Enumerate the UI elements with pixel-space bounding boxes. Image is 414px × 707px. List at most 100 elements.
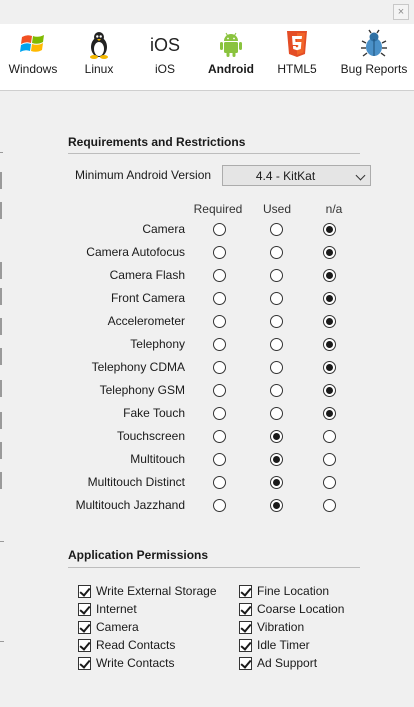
radio-required[interactable]	[213, 269, 226, 282]
radio-used[interactable]	[270, 361, 283, 374]
feature-label: Front Camera	[110, 291, 185, 305]
radio-na[interactable]	[323, 453, 336, 466]
bug-icon	[361, 29, 387, 57]
permission-label: Coarse Location	[257, 602, 345, 616]
radio-used[interactable]	[270, 223, 283, 236]
feature-label: Telephony	[130, 337, 185, 351]
tab-android[interactable]: Android	[202, 24, 260, 90]
section-divider	[68, 567, 360, 568]
permission-label: Internet	[96, 602, 137, 616]
radio-required[interactable]	[213, 384, 226, 397]
radio-required[interactable]	[213, 292, 226, 305]
permission-label: Read Contacts	[96, 638, 176, 652]
feature-label: Multitouch Distinct	[87, 475, 185, 489]
permission-checkbox[interactable]	[78, 603, 91, 616]
feature-label: Telephony GSM	[99, 383, 185, 397]
radio-used[interactable]	[270, 453, 283, 466]
svg-text:iOS: iOS	[150, 35, 180, 55]
permission-label: Ad Support	[257, 656, 318, 670]
tab-windows[interactable]: Windows	[2, 24, 64, 90]
radio-used[interactable]	[270, 384, 283, 397]
radio-na[interactable]	[323, 315, 336, 328]
radio-na[interactable]	[323, 292, 336, 305]
feature-label: Camera	[142, 222, 185, 236]
tab-label: iOS	[154, 62, 175, 76]
radio-used[interactable]	[270, 476, 283, 489]
radio-na[interactable]	[323, 361, 336, 374]
radio-required[interactable]	[213, 407, 226, 420]
column-header-used: Used	[262, 202, 291, 216]
radio-used[interactable]	[270, 407, 283, 420]
min-version-select[interactable]: 4.4 - KitKat	[222, 165, 371, 186]
min-version-label: Minimum Android Version	[75, 168, 212, 182]
radio-required[interactable]	[213, 361, 226, 374]
title-bar: ×	[0, 0, 414, 24]
tab-label: Windows	[8, 62, 58, 76]
tab-label: Android	[208, 62, 254, 76]
platform-tab-bar: Windows Linux iOS iOS Android HTML5 Bug …	[0, 24, 414, 91]
radio-used[interactable]	[270, 315, 283, 328]
tab-label: HTML5	[277, 62, 317, 76]
radio-required[interactable]	[213, 453, 226, 466]
radio-required[interactable]	[213, 499, 226, 512]
min-version-value: 4.4 - KitKat	[255, 169, 316, 183]
feature-label: Touchscreen	[116, 429, 185, 443]
permission-checkbox[interactable]	[78, 657, 91, 670]
permission-label: Write External Storage	[96, 584, 217, 598]
radio-na[interactable]	[323, 499, 336, 512]
permission-checkbox[interactable]	[239, 603, 252, 616]
feature-label: Multitouch	[130, 452, 185, 466]
radio-na[interactable]	[323, 269, 336, 282]
feature-label: Accelerometer	[107, 314, 185, 328]
radio-na[interactable]	[323, 338, 336, 351]
windows-icon	[20, 35, 44, 52]
section-divider	[68, 153, 360, 154]
feature-label: Multitouch Jazzhand	[75, 498, 185, 512]
column-header-required: Required	[193, 202, 243, 216]
permission-checkbox[interactable]	[239, 657, 252, 670]
radio-used[interactable]	[270, 430, 283, 443]
column-header-na: n/a	[325, 202, 343, 216]
permission-checkbox[interactable]	[239, 621, 252, 634]
radio-used[interactable]	[270, 338, 283, 351]
radio-required[interactable]	[213, 315, 226, 328]
feature-label: Camera Autofocus	[86, 245, 185, 259]
tab-bug-reports[interactable]: Bug Reports	[336, 24, 412, 90]
radio-used[interactable]	[270, 269, 283, 282]
radio-na[interactable]	[323, 430, 336, 443]
permission-label: Vibration	[257, 620, 305, 634]
tab-linux[interactable]: Linux	[70, 24, 128, 90]
permission-label: Fine Location	[257, 584, 330, 598]
html5-icon	[287, 31, 307, 57]
radio-na[interactable]	[323, 223, 336, 236]
permission-label: Idle Timer	[257, 638, 310, 652]
radio-used[interactable]	[270, 292, 283, 305]
permission-label: Write Contacts	[96, 656, 175, 670]
close-button[interactable]: ×	[393, 4, 409, 20]
permission-checkbox[interactable]	[239, 585, 252, 598]
tab-html5[interactable]: HTML5	[268, 24, 326, 90]
radio-na[interactable]	[323, 246, 336, 259]
radio-na[interactable]	[323, 476, 336, 489]
linux-icon	[90, 32, 108, 59]
feature-label: Camera Flash	[109, 268, 185, 282]
permission-checkbox[interactable]	[239, 639, 252, 652]
radio-na[interactable]	[323, 384, 336, 397]
permission-checkbox[interactable]	[78, 621, 91, 634]
permission-checkbox[interactable]	[78, 639, 91, 652]
tab-label: Bug Reports	[340, 62, 408, 76]
radio-required[interactable]	[213, 338, 226, 351]
radio-required[interactable]	[213, 246, 226, 259]
tab-ios[interactable]: iOS iOS	[136, 24, 194, 90]
radio-na[interactable]	[323, 407, 336, 420]
permission-checkbox[interactable]	[78, 585, 91, 598]
radio-required[interactable]	[213, 430, 226, 443]
tab-label: Linux	[84, 62, 114, 76]
ios-icon: iOS	[150, 35, 180, 55]
radio-required[interactable]	[213, 476, 226, 489]
chevron-down-icon	[355, 170, 366, 181]
radio-used[interactable]	[270, 499, 283, 512]
permission-label: Camera	[96, 620, 139, 634]
radio-used[interactable]	[270, 246, 283, 259]
radio-required[interactable]	[213, 223, 226, 236]
